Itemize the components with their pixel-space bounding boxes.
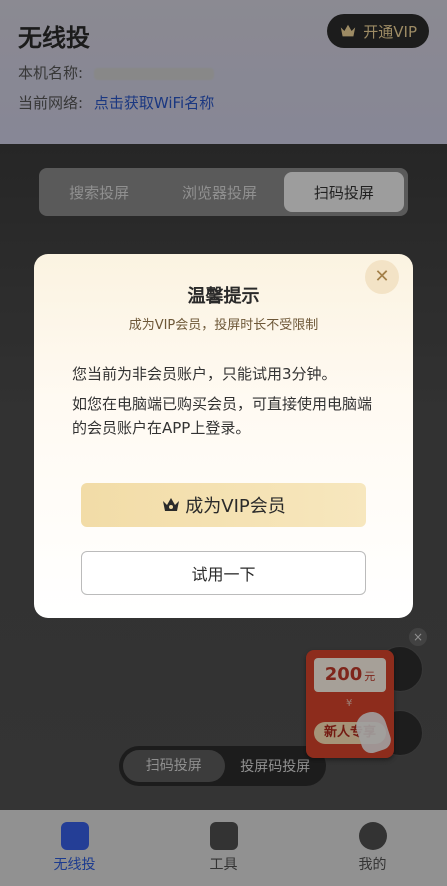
nav-label-me: 我的 [358, 857, 387, 873]
nav-label-cast: 无线投 [53, 857, 96, 873]
bottom-nav: 无线投 工具 我的 [0, 810, 447, 886]
become-vip-label: 成为VIP会员 [185, 496, 286, 517]
dialog-line-2: 如您在电脑端已购买会员，可直接使用电脑端的会员账户在APP上登录。 [72, 395, 373, 437]
nav-label-tools: 工具 [209, 857, 238, 873]
dialog-title: 温馨提示 [187, 286, 260, 307]
user-icon [358, 822, 387, 850]
nav-tools[interactable]: 工具 [149, 810, 298, 886]
cast-icon [60, 822, 89, 850]
dialog-line-1: 您当前为非会员账户，只能试用3分钟。 [72, 365, 337, 383]
nav-wireless-cast[interactable]: 无线投 [0, 810, 149, 886]
toolbox-icon [209, 822, 238, 850]
become-vip-button[interactable]: 成为VIP会员 [81, 483, 366, 527]
nav-me[interactable]: 我的 [298, 810, 447, 886]
vip-prompt-dialog: ✕ 温馨提示 成为VIP会员，投屏时长不受限制 您当前为非会员账户，只能试用3分… [34, 254, 413, 618]
try-button[interactable]: 试用一下 [81, 551, 366, 595]
crown-icon [163, 498, 180, 511]
dialog-subtitle: 成为VIP会员，投屏时长不受限制 [128, 318, 319, 333]
